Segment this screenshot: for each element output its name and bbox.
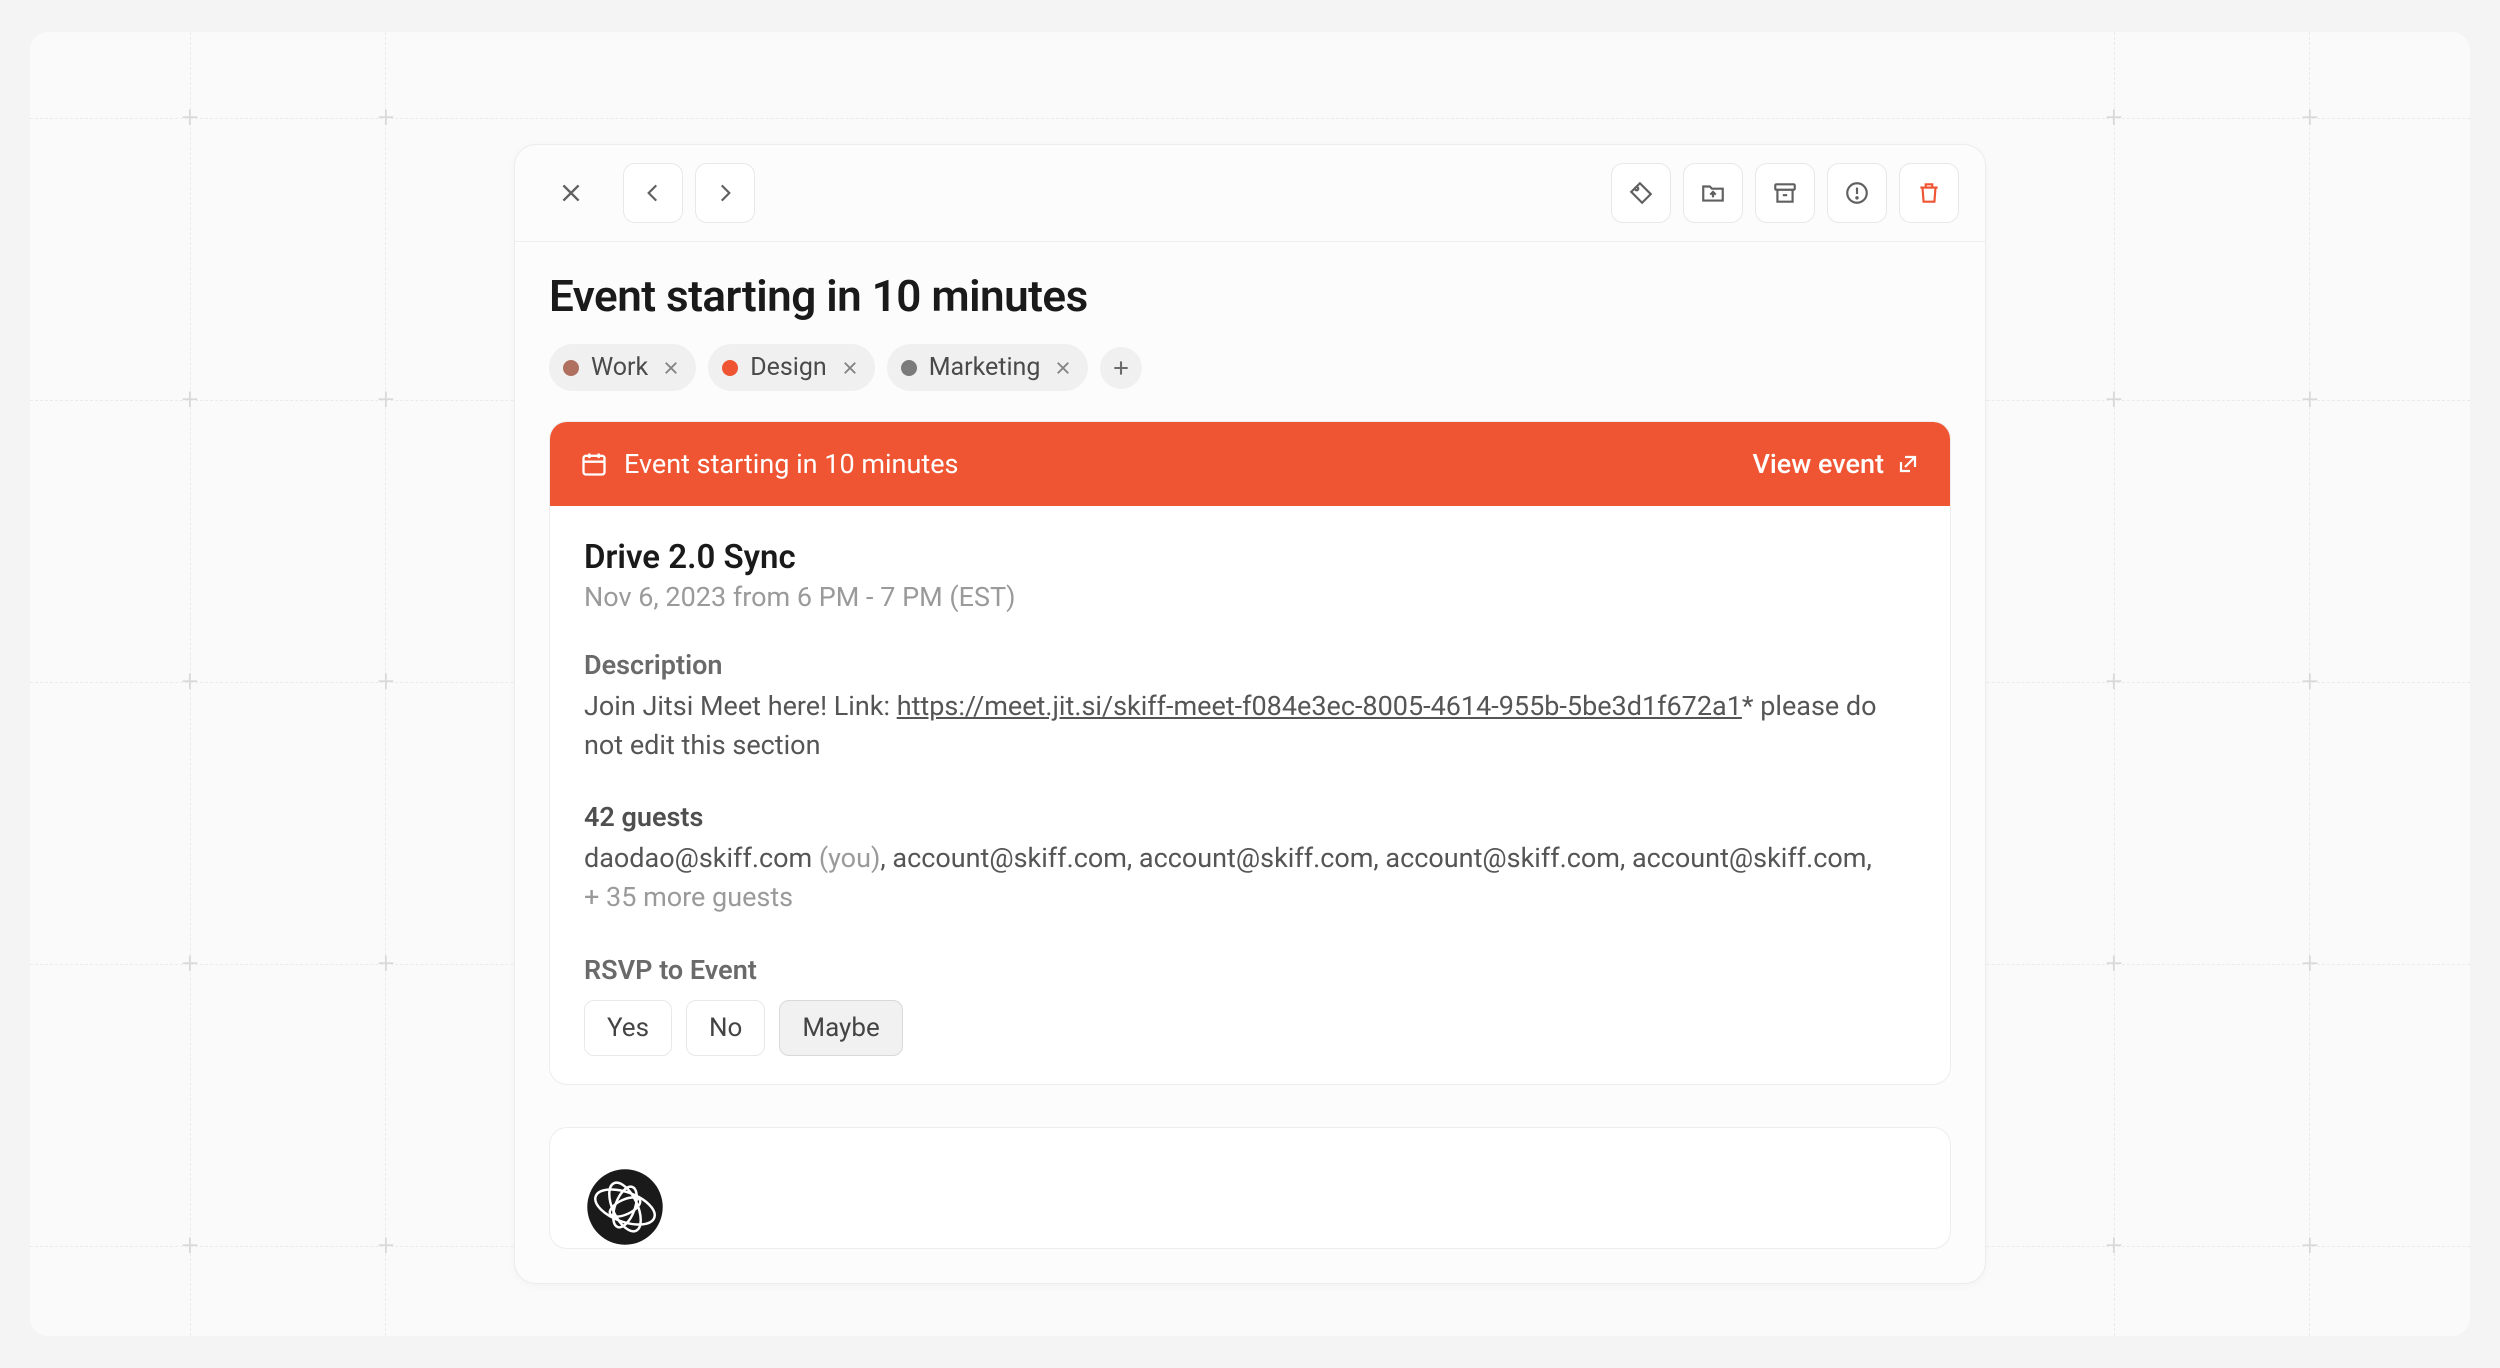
description-label: Description bbox=[584, 649, 1916, 681]
page-title: Event starting in 10 minutes bbox=[549, 270, 1951, 322]
banner-text: Event starting in 10 minutes bbox=[624, 448, 958, 480]
tag-row: Work Design Marketing bbox=[549, 344, 1951, 391]
add-tag-button[interactable] bbox=[1100, 347, 1142, 389]
external-link-icon bbox=[1896, 452, 1920, 476]
meeting-link[interactable]: https://meet.jit.si/skiff-meet-f084e3ec-… bbox=[897, 690, 1742, 722]
guests-label: 42 guests bbox=[584, 801, 1916, 833]
rsvp-yes-button[interactable]: Yes bbox=[584, 1000, 672, 1056]
tag-color-dot bbox=[563, 360, 579, 376]
tag-label: Work bbox=[591, 353, 648, 382]
guests-more[interactable]: + 35 more guests bbox=[584, 881, 793, 913]
event-title: Drive 2.0 Sync bbox=[584, 538, 1916, 577]
event-detail-panel: Event starting in 10 minutes Work Design bbox=[514, 144, 1986, 1284]
close-button[interactable] bbox=[541, 163, 601, 223]
next-button[interactable] bbox=[695, 163, 755, 223]
toolbar bbox=[515, 145, 1985, 242]
tag-label: Marketing bbox=[929, 353, 1041, 382]
rsvp-no-button[interactable]: No bbox=[686, 1000, 765, 1056]
tag-label: Design bbox=[750, 353, 827, 382]
delete-button[interactable] bbox=[1899, 163, 1959, 223]
plus-icon bbox=[1111, 358, 1131, 378]
event-banner: Event starting in 10 minutes View event bbox=[550, 422, 1950, 506]
archive-button[interactable] bbox=[1755, 163, 1815, 223]
app-background: + + + + + + + + + + + + + + + + + + + + bbox=[30, 32, 2470, 1336]
secondary-event-card bbox=[549, 1127, 1951, 1249]
tag-color-dot bbox=[901, 360, 917, 376]
close-icon bbox=[1054, 359, 1072, 377]
guest-self: daodao@skiff.com bbox=[584, 842, 812, 874]
folder-move-icon bbox=[1700, 180, 1726, 206]
guests-list: daodao@skiff.com (you), account@skiff.co… bbox=[584, 839, 1916, 917]
tag-marketing[interactable]: Marketing bbox=[887, 344, 1089, 391]
you-marker: (you) bbox=[819, 842, 881, 874]
spiral-icon bbox=[584, 1166, 666, 1248]
rsvp-maybe-button[interactable]: Maybe bbox=[779, 1000, 902, 1056]
remove-tag-button[interactable] bbox=[660, 357, 682, 379]
remove-tag-button[interactable] bbox=[1052, 357, 1074, 379]
spam-button[interactable] bbox=[1827, 163, 1887, 223]
description-prefix: Join Jitsi Meet here! Link: bbox=[584, 690, 897, 722]
tag-button[interactable] bbox=[1611, 163, 1671, 223]
event-card: Event starting in 10 minutes View event … bbox=[549, 421, 1951, 1085]
close-icon bbox=[662, 359, 680, 377]
rsvp-label: RSVP to Event bbox=[584, 954, 1916, 986]
guest-others: account@skiff.com, account@skiff.com, ac… bbox=[892, 842, 1871, 874]
move-to-folder-button[interactable] bbox=[1683, 163, 1743, 223]
prev-button[interactable] bbox=[623, 163, 683, 223]
view-event-link[interactable]: View event bbox=[1752, 448, 1920, 480]
calendar-icon bbox=[580, 450, 608, 478]
trash-icon bbox=[1916, 180, 1942, 206]
rsvp-buttons: Yes No Maybe bbox=[584, 1000, 1916, 1056]
close-icon bbox=[841, 359, 859, 377]
archive-icon bbox=[1772, 180, 1798, 206]
tag-design[interactable]: Design bbox=[708, 344, 875, 391]
event-datetime: Nov 6, 2023 from 6 PM - 7 PM (EST) bbox=[584, 581, 1916, 613]
sender-logo bbox=[584, 1166, 666, 1248]
tag-work[interactable]: Work bbox=[549, 344, 696, 391]
view-event-label: View event bbox=[1752, 448, 1884, 480]
chevron-right-icon bbox=[712, 180, 738, 206]
tag-icon bbox=[1628, 180, 1654, 206]
remove-tag-button[interactable] bbox=[839, 357, 861, 379]
chevron-left-icon bbox=[640, 180, 666, 206]
alert-icon bbox=[1844, 180, 1870, 206]
close-icon bbox=[558, 180, 584, 206]
event-description: Join Jitsi Meet here! Link: https://meet… bbox=[584, 687, 1916, 765]
tag-color-dot bbox=[722, 360, 738, 376]
